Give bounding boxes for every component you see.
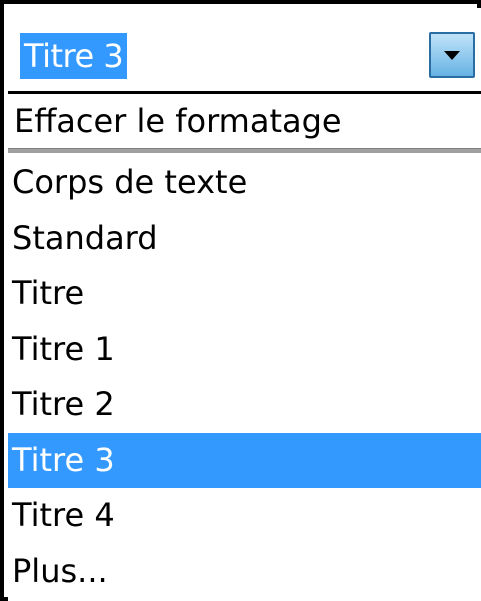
style-dropdown-list: Effacer le formatage Corps de texte Stan…: [8, 94, 481, 601]
clear-formatting-item[interactable]: Effacer le formatage: [8, 94, 481, 148]
style-item-titre[interactable]: Titre: [8, 266, 481, 322]
chevron-down-icon: [444, 51, 460, 60]
dropdown-toggle-button[interactable]: [429, 32, 475, 78]
more-styles-item[interactable]: Plus...: [8, 544, 481, 600]
style-item-titre-1[interactable]: Titre 1: [8, 322, 481, 378]
style-item-corps-de-texte[interactable]: Corps de texte: [8, 155, 481, 211]
paragraph-style-combobox[interactable]: Titre 3: [8, 8, 481, 94]
style-item-standard[interactable]: Standard: [8, 211, 481, 267]
style-items: Corps de texte Standard Titre Titre 1 Ti…: [8, 155, 481, 599]
style-item-titre-3[interactable]: Titre 3: [8, 432, 481, 488]
list-separator: [8, 148, 481, 153]
combobox-selected-value[interactable]: Titre 3: [20, 33, 128, 79]
style-item-titre-2[interactable]: Titre 2: [8, 377, 481, 433]
style-dropdown-window: Titre 3 Effacer le formatage Corps de te…: [0, 0, 481, 601]
style-item-titre-4[interactable]: Titre 4: [8, 488, 481, 544]
